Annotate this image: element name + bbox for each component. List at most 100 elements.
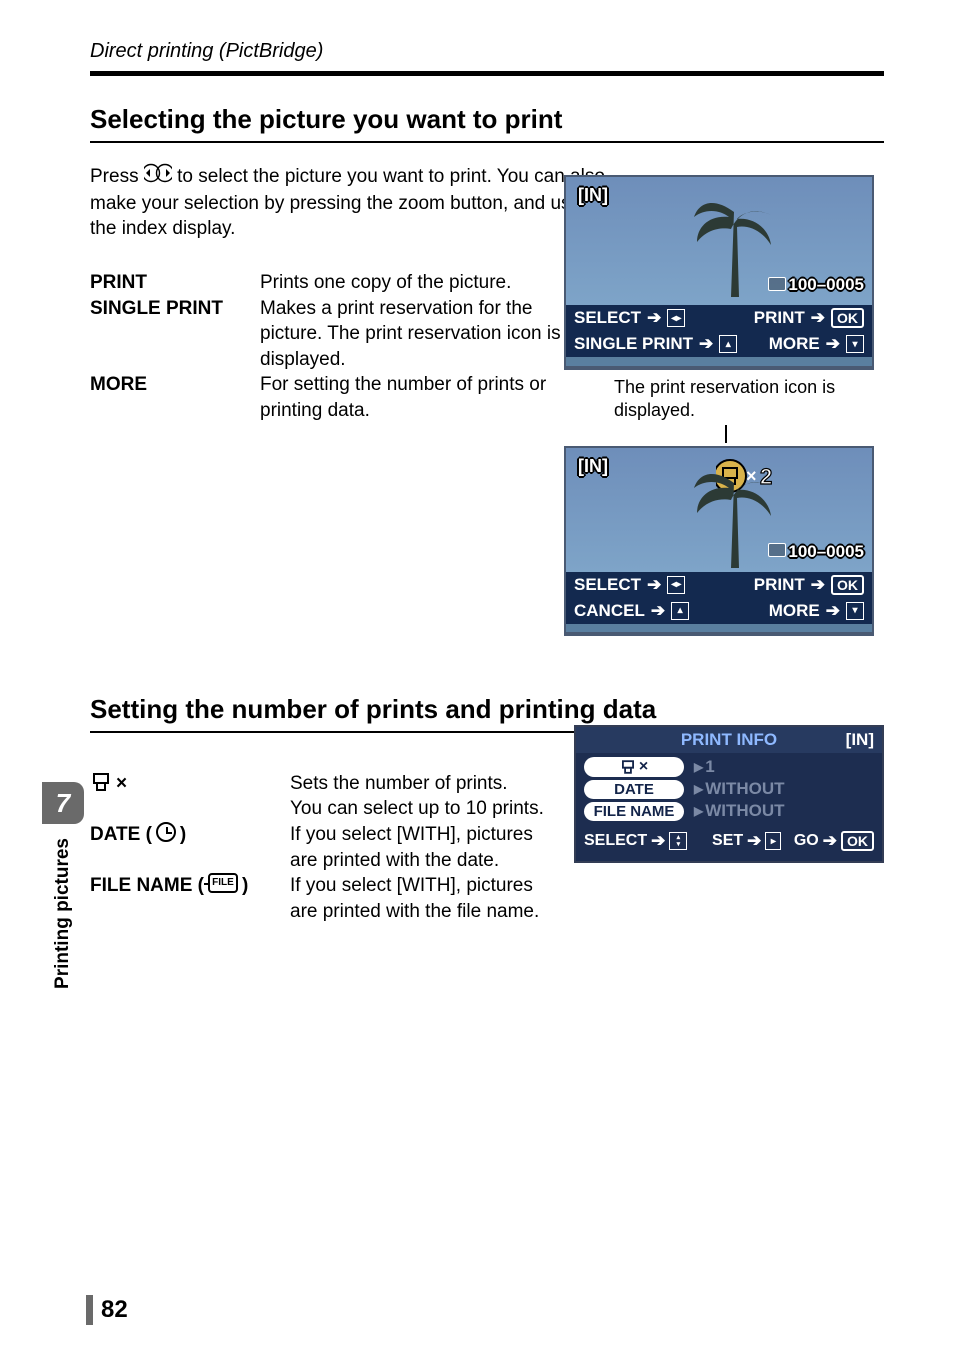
palm-tree-icon bbox=[689, 458, 779, 568]
more-label: MORE bbox=[769, 334, 820, 354]
file-name-icon: FILE bbox=[208, 873, 238, 893]
print-count-tab: × bbox=[584, 757, 684, 777]
more-label: MORE bbox=[769, 601, 820, 621]
filename-value: ▶WITHOUT bbox=[694, 801, 785, 821]
dpad-right-icon: ▸ bbox=[765, 832, 781, 850]
arrow-icon: ➔ bbox=[699, 334, 713, 354]
arrow-icon: ➔ bbox=[647, 575, 661, 595]
lcd1-row1: SELECT ➔ ◂▸ PRINT ➔ OK bbox=[566, 305, 872, 331]
lcd-group: [IN] 100–0005 SELECT ➔ ◂▸ PRINT ➔ OK bbox=[564, 175, 884, 636]
cancel-label: CANCEL bbox=[574, 601, 645, 621]
print-count-value: ▶1 bbox=[694, 757, 715, 777]
header-rule bbox=[90, 71, 884, 76]
select-label: SELECT bbox=[584, 832, 647, 850]
print-info-footer: SELECT ➔ ▴▾ SET ➔ ▸ GO ➔ OK bbox=[584, 823, 874, 851]
arrow-icon: ➔ bbox=[826, 334, 840, 354]
memory-indicator: [IN] bbox=[578, 456, 608, 477]
chapter-tab: 7 Printing pictures bbox=[42, 782, 84, 1022]
def-term-filename: FILE NAME ( FILE ) bbox=[90, 873, 290, 924]
ok-key-icon: OK bbox=[841, 831, 874, 851]
print-copies-icon bbox=[620, 759, 636, 775]
date-tab: DATE bbox=[584, 780, 684, 799]
arrow-icon: ➔ bbox=[647, 308, 661, 328]
def-term: PRINT bbox=[90, 270, 260, 296]
print-label: PRINT bbox=[754, 575, 805, 595]
set-go-footer-cmd: SET ➔ ▸ GO ➔ OK bbox=[712, 831, 874, 851]
def-term-date: DATE ( ) bbox=[90, 822, 290, 873]
intro-text-before: Press bbox=[90, 166, 144, 187]
leader-line bbox=[676, 425, 736, 443]
lcd1-image-area: [IN] 100–0005 bbox=[566, 177, 872, 305]
filename-label: FILE NAME ( bbox=[90, 873, 204, 899]
times-symbol: × bbox=[116, 771, 127, 797]
arrow-icon: ➔ bbox=[826, 601, 840, 621]
arrow-icon: ➔ bbox=[811, 308, 825, 328]
print-info-body: × ▶1 DATE ▶WITHOUT FILE NAME ▶WITHOUT SE… bbox=[576, 753, 882, 861]
file-number-text: 100–0005 bbox=[788, 542, 864, 561]
def-row: FILE NAME ( FILE ) If you select [WITH],… bbox=[90, 873, 544, 924]
def-desc: For setting the number of prints or prin… bbox=[260, 372, 580, 423]
reservation-note: The print reservation icon is displayed. bbox=[564, 370, 884, 427]
section1-title: Selecting the picture you want to print bbox=[90, 104, 884, 143]
section1-intro: Press to select the picture you want to … bbox=[90, 163, 610, 242]
select-label: SELECT bbox=[574, 308, 641, 328]
page-number: 82 bbox=[86, 1295, 128, 1325]
def-desc: Prints one copy of the picture. bbox=[260, 270, 580, 296]
dpad-down-icon: ▾ bbox=[846, 602, 864, 620]
dpad-down-icon: ▾ bbox=[846, 335, 864, 353]
paren-close: ) bbox=[242, 873, 248, 899]
arrow-icon: ➔ bbox=[811, 575, 825, 595]
set-label: SET bbox=[712, 832, 743, 850]
def-row: DATE ( ) If you select [WITH], pictures … bbox=[90, 822, 544, 873]
clock-icon bbox=[156, 822, 176, 842]
select-cmd: SELECT ➔ ◂▸ bbox=[574, 308, 685, 328]
dpad-left-right-icon bbox=[144, 163, 172, 191]
more-cmd: MORE ➔ ▾ bbox=[769, 334, 864, 354]
print-info-header: PRINT INFO [IN] bbox=[576, 727, 882, 753]
def-desc: If you select [WITH], pictures are print… bbox=[290, 822, 544, 873]
dpad-up-icon: ▴ bbox=[719, 335, 737, 353]
print-info-row-date: DATE ▶WITHOUT bbox=[584, 779, 874, 799]
def-term: SINGLE PRINT bbox=[90, 296, 260, 373]
print-info-row-copies: × ▶1 bbox=[584, 757, 874, 777]
memory-indicator: [IN] bbox=[846, 730, 874, 750]
print-info-panel: PRINT INFO [IN] × ▶1 DATE ▶WITHOUT FILE … bbox=[574, 725, 884, 863]
def-desc: If you select [WITH], pictures are print… bbox=[290, 873, 544, 924]
lcd1-row2: SINGLE PRINT ➔ ▴ MORE ➔ ▾ bbox=[566, 331, 872, 357]
single-print-cmd: SINGLE PRINT ➔ ▴ bbox=[574, 334, 737, 354]
page-number-text: 82 bbox=[101, 1296, 128, 1324]
print-cmd: PRINT ➔ OK bbox=[754, 308, 864, 328]
lcd-screen-1: [IN] 100–0005 SELECT ➔ ◂▸ PRINT ➔ OK bbox=[564, 175, 874, 370]
file-icon bbox=[768, 543, 786, 557]
dpad-lr-icon: ◂▸ bbox=[667, 309, 685, 327]
lcd2-row2: CANCEL ➔ ▴ MORE ➔ ▾ bbox=[566, 598, 872, 624]
dpad-updown-icon: ▴▾ bbox=[669, 832, 687, 850]
arrow-icon: ➔ bbox=[747, 831, 761, 851]
go-label: GO bbox=[794, 832, 819, 850]
lcd2-row1: SELECT ➔ ◂▸ PRINT ➔ OK bbox=[566, 572, 872, 598]
ok-key-icon: OK bbox=[831, 575, 864, 595]
chapter-label: Printing pictures bbox=[52, 838, 74, 989]
filename-tab: FILE NAME bbox=[584, 802, 684, 821]
file-icon bbox=[768, 277, 786, 291]
lcd2-image-area: [IN] × 2 100–0005 bbox=[566, 448, 872, 572]
print-label: PRINT bbox=[754, 308, 805, 328]
more-cmd: MORE ➔ ▾ bbox=[769, 601, 864, 621]
select-cmd: SELECT ➔ ◂▸ bbox=[574, 575, 685, 595]
file-number: 100–0005 bbox=[768, 275, 864, 295]
date-value: ▶WITHOUT bbox=[694, 779, 785, 799]
def-term: MORE bbox=[90, 372, 260, 423]
chapter-number: 7 bbox=[42, 782, 84, 824]
lcd-screen-2: [IN] × 2 100–0005 bbox=[564, 446, 874, 636]
header-path: Direct printing (PictBridge) bbox=[90, 40, 884, 71]
def-row: × Sets the number of prints. You can sel… bbox=[90, 771, 544, 822]
def-term-print-count: × bbox=[90, 771, 290, 822]
memory-indicator: [IN] bbox=[578, 185, 608, 206]
arrow-icon: ➔ bbox=[651, 601, 665, 621]
page-bar-icon bbox=[86, 1295, 93, 1325]
print-info-title: PRINT INFO bbox=[681, 730, 777, 749]
file-number: 100–0005 bbox=[768, 542, 864, 562]
print-cmd: PRINT ➔ OK bbox=[754, 575, 864, 595]
print-info-row-filename: FILE NAME ▶WITHOUT bbox=[584, 801, 874, 821]
print-copies-icon bbox=[90, 771, 112, 801]
